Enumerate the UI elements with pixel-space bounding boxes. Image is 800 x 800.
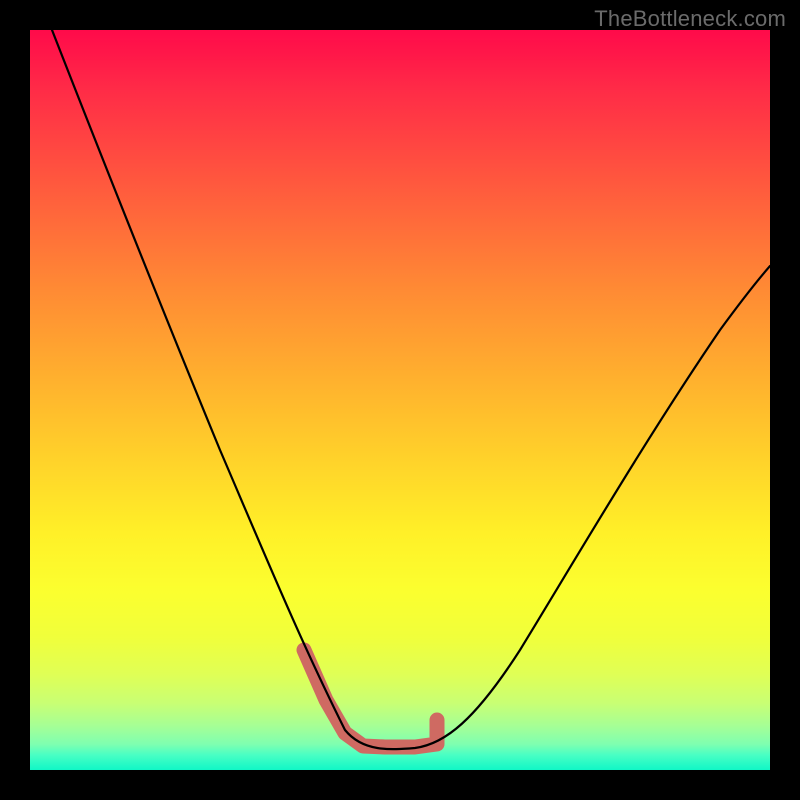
chart-frame: TheBottleneck.com: [0, 0, 800, 800]
watermark-text: TheBottleneck.com: [594, 6, 786, 32]
chart-svg: [30, 30, 770, 770]
plot-area: [30, 30, 770, 770]
highlight-minimum: [304, 650, 437, 747]
bottleneck-curve: [52, 30, 770, 749]
